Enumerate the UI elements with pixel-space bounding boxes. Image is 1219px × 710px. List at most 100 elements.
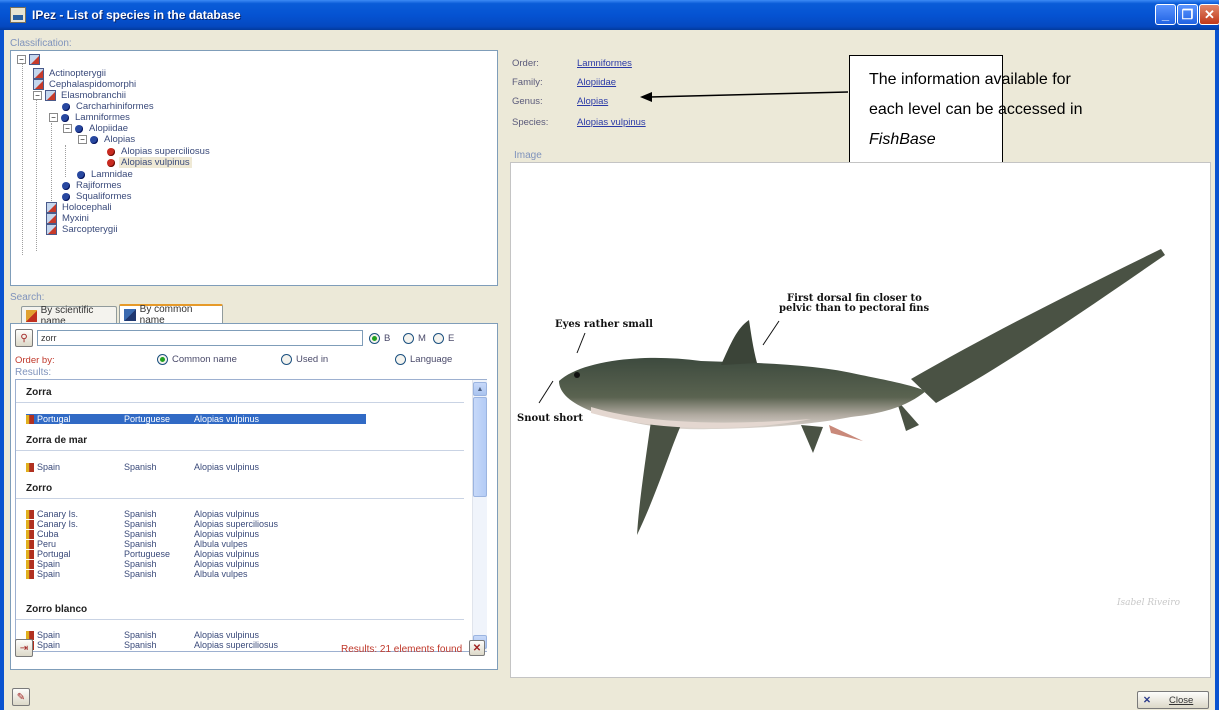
help-icon: ✎ (16, 691, 26, 703)
family-link[interactable]: Alopiidae (577, 77, 616, 88)
minimize-button[interactable]: _ (1155, 4, 1176, 25)
pelvic-fin (801, 425, 823, 453)
tree-node-class[interactable]: Actinopterygii (33, 68, 108, 79)
table-row[interactable]: Spain Spanish Alopias vulpinus (26, 462, 334, 472)
order-common-name-radio[interactable]: Common name (157, 354, 237, 365)
collapse-icon[interactable]: − (33, 91, 42, 100)
species-icon (107, 147, 115, 156)
table-row[interactable]: Canary Is. Spanish Alopias vulpinus (26, 509, 334, 519)
order-used-in-radio[interactable]: Used in (281, 354, 328, 365)
close-window-button[interactable]: ✕ (1199, 4, 1219, 25)
results-group-header: Zorro (16, 480, 464, 499)
close-button[interactable]: ✕ Close (1137, 691, 1209, 709)
table-row[interactable]: Spain Spanish Alopias vulpinus (26, 559, 334, 569)
tree-node-species[interactable]: Alopias superciliosus (107, 146, 212, 157)
export-button[interactable]: ⇥ (15, 639, 33, 657)
country-cell: Spain (26, 640, 124, 650)
order-link[interactable]: Lamniformes (577, 58, 632, 69)
shark-eye (574, 372, 580, 378)
genus-label: Genus: (512, 96, 543, 107)
help-button[interactable]: ✎ (12, 688, 30, 706)
window-title: IPez - List of species in the database (32, 8, 241, 22)
match-begins-radio[interactable]: B (369, 333, 390, 344)
collapse-icon[interactable]: − (17, 55, 26, 64)
tab-by-common-name[interactable]: By common name (119, 304, 223, 326)
language-cell: Spanish (124, 559, 157, 569)
match-middle-radio[interactable]: M (403, 333, 426, 344)
language-cell: Spanish (124, 630, 157, 640)
shark-illustration: Eyes rather small Snout short First dors… (517, 249, 1165, 535)
table-row[interactable]: Cuba Spanish Alopias vulpinus (26, 529, 334, 539)
flag-icon (26, 529, 34, 539)
country-text: Spain (37, 640, 61, 650)
species-cell: Alopias vulpinus (194, 414, 260, 424)
tree-node-order[interactable]: Carcharhiniformes (62, 101, 156, 112)
tree-node-family[interactable]: − Alopiidae (63, 123, 130, 134)
tree-node-order[interactable]: Squaliformes (62, 191, 133, 202)
country-cell: Canary Is. (26, 509, 124, 519)
order-icon (62, 102, 70, 111)
tree-node-label: Elasmobranchii (61, 90, 126, 101)
tree-node-genus[interactable]: − Alopias (78, 134, 137, 145)
radio-label: B (384, 333, 391, 344)
tree-node-order[interactable]: − Lamniformes (49, 112, 132, 123)
annotation-snout-line (538, 380, 554, 404)
table-row[interactable]: Canary Is. Spanish Alopias superciliosus (26, 519, 334, 529)
language-cell: Spanish (124, 529, 157, 539)
search-button[interactable]: ⚲ (15, 329, 33, 347)
classification-tree[interactable]: − Actinopterygii Cephalaspidomorphi − El… (10, 50, 498, 286)
image-panel: Eyes rather small Snout short First dors… (510, 162, 1211, 678)
match-end-radio[interactable]: E (433, 333, 454, 344)
scroll-up-button[interactable]: ▲ (473, 382, 487, 396)
tree-root[interactable]: − (17, 54, 43, 65)
radio-dot (369, 333, 380, 344)
class-icon (45, 90, 56, 101)
genus-link[interactable]: Alopias (577, 96, 608, 107)
collapse-icon[interactable]: − (78, 135, 87, 144)
tree-node-order[interactable]: Rajiformes (62, 180, 123, 191)
results-list[interactable]: Zorra Portugal Portuguese Alopias vulpin… (15, 379, 487, 652)
tree-node-class[interactable]: Myxini (46, 213, 91, 224)
table-row[interactable]: Peru Spanish Albula vulpes (26, 539, 334, 549)
collapse-icon[interactable]: − (63, 124, 72, 133)
tree-node-species-selected[interactable]: Alopias vulpinus (107, 157, 192, 168)
species-cell: Alopias vulpinus (194, 462, 260, 472)
tab-by-scientific-name[interactable]: By scientific name (21, 305, 117, 327)
tree-node-family[interactable]: Lamnidae (77, 169, 135, 180)
family-label: Family: (512, 77, 543, 88)
flag-icon (26, 539, 34, 549)
radio-dot (157, 354, 168, 365)
language-cell: Spanish (124, 519, 157, 529)
species-link[interactable]: Alopias vulpinus (577, 117, 646, 128)
table-row[interactable]: Spain Spanish Alopias vulpinus (26, 630, 334, 640)
scroll-thumb[interactable] (473, 397, 487, 497)
annotation-eyes: Eyes rather small (555, 319, 653, 330)
language-cell: Portuguese (124, 549, 171, 559)
tree-node-class[interactable]: Sarcopterygii (46, 224, 119, 235)
tree-node-label: Alopias superciliosus (121, 146, 210, 157)
tree-node-label: Actinopterygii (49, 68, 107, 79)
collapse-icon[interactable]: − (49, 113, 58, 122)
results-scrollbar[interactable]: ▲ ▼ (472, 380, 487, 651)
title-bar: IPez - List of species in the database (0, 0, 1219, 30)
maximize-button[interactable]: ❐ (1177, 4, 1198, 25)
tree-node-label: Lamniformes (75, 112, 130, 123)
annotation-eyes-line (576, 332, 586, 354)
table-row[interactable]: Portugal Portuguese Alopias vulpinus (26, 414, 366, 424)
order-language-radio[interactable]: Language (395, 354, 452, 365)
table-row[interactable]: Spain Spanish Albula vulpes (26, 569, 334, 579)
table-row[interactable]: Portugal Portuguese Alopias vulpinus (26, 549, 334, 559)
search-input[interactable] (37, 330, 363, 346)
tree-node-label: Holocephali (62, 202, 112, 213)
table-row[interactable]: Spain Spanish Alopias superciliosus (26, 640, 334, 650)
country-cell: Spain (26, 569, 124, 579)
tree-node-class[interactable]: − Elasmobranchii (33, 90, 128, 101)
tree-node-class[interactable]: Cephalaspidomorphi (33, 79, 138, 90)
tree-node-class[interactable]: Holocephali (46, 202, 114, 213)
close-icon: ✕ (472, 642, 482, 654)
window-border-left (0, 30, 4, 710)
country-cell: Spain (26, 559, 124, 569)
radio-dot (395, 354, 406, 365)
species-cell: Alopias vulpinus (194, 529, 260, 539)
clear-results-button[interactable]: ✕ (469, 640, 485, 656)
